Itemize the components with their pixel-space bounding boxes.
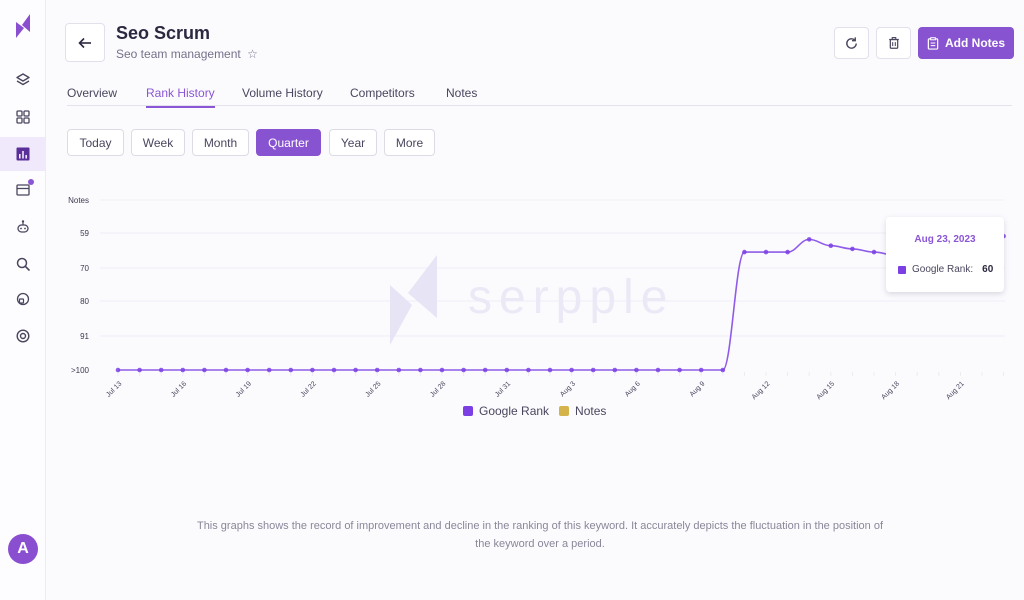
x-tick-label: Aug 15 — [816, 380, 837, 401]
data-point — [763, 249, 769, 255]
x-tick-label: Aug 9 — [689, 380, 707, 398]
data-point — [612, 367, 618, 373]
x-tick-label: Jul 25 — [364, 380, 382, 398]
chart-description: This graphs shows the record of improvem… — [196, 520, 884, 550]
x-tick-label: Jul 31 — [494, 380, 512, 398]
data-point — [202, 367, 207, 373]
data-point — [374, 367, 380, 373]
watermark-text: serpple — [468, 271, 674, 324]
x-tick-label: Jul 28 — [429, 380, 447, 398]
legend-swatch-google-rank — [463, 406, 473, 416]
data-point — [828, 243, 834, 249]
tooltip-label: Google Rank: — [912, 264, 974, 275]
tooltip-row: Google Rank: 60 — [898, 264, 993, 275]
data-point — [720, 367, 726, 373]
data-point — [158, 367, 164, 373]
data-point — [850, 246, 855, 252]
legend-swatch-notes — [559, 406, 570, 416]
data-point — [353, 367, 358, 373]
x-tick-label: Aug 6 — [624, 380, 642, 398]
data-point — [223, 367, 229, 373]
rank-history-chart: serpple Notes59708091>100 Jul 13 Jul 16 Ju… — [68, 196, 1006, 401]
x-tick-label: Jul 19 — [235, 380, 253, 398]
data-point — [245, 367, 250, 373]
x-axis: Jul 13 Jul 16 Jul 19 Jul 22 Jul 25 Jul 28 Jul … — [105, 372, 1005, 401]
data-point — [461, 367, 466, 373]
data-point — [634, 367, 639, 373]
tooltip-value: 60 — [982, 264, 994, 275]
x-tick-label: Jul 13 — [105, 380, 123, 398]
data-point — [526, 367, 531, 373]
data-point — [418, 367, 423, 373]
data-point — [742, 249, 747, 255]
data-point — [439, 367, 445, 373]
x-tick-label: Aug 12 — [751, 380, 772, 401]
data-point — [806, 237, 812, 242]
legend-label-notes: Notes — [575, 404, 607, 418]
x-tick-label: Aug 3 — [559, 380, 577, 398]
y-axis-top-label: Notes — [68, 196, 89, 205]
data-point — [115, 367, 121, 373]
y-tick-label: 80 — [80, 297, 89, 306]
data-point — [504, 367, 510, 373]
x-tick-label: Jul 22 — [300, 380, 318, 398]
data-point — [871, 249, 877, 255]
x-tick-label: Aug 21 — [945, 380, 966, 401]
chart-legend: Google Rank Notes — [463, 404, 610, 418]
data-point — [482, 367, 488, 373]
chart-tooltip: Aug 23, 2023 Google Rank: 60 — [886, 217, 1004, 292]
data-point — [180, 367, 186, 373]
data-point — [590, 367, 596, 373]
data-point — [547, 367, 553, 373]
data-point — [569, 367, 574, 373]
data-point — [655, 367, 661, 373]
tooltip-swatch — [898, 265, 906, 274]
data-point — [266, 367, 272, 373]
tooltip-date: Aug 23, 2023 — [914, 234, 976, 245]
data-point — [785, 249, 790, 255]
y-tick-label: 70 — [80, 264, 89, 273]
x-tick-label: Jul 16 — [170, 380, 188, 398]
data-point — [698, 367, 704, 373]
legend-google-rank[interactable]: Google Rank — [463, 404, 549, 418]
x-tick-label: Aug 18 — [880, 380, 901, 401]
legend-label-google-rank: Google Rank — [479, 404, 550, 418]
data-point — [137, 367, 142, 373]
data-point — [331, 367, 337, 373]
y-tick-label: 59 — [80, 229, 89, 238]
data-point — [288, 367, 294, 373]
data-point — [310, 367, 315, 373]
data-point — [396, 367, 402, 373]
y-tick-label: 91 — [80, 332, 89, 341]
y-tick-label: >100 — [71, 366, 90, 375]
legend-notes[interactable]: Notes — [559, 404, 606, 418]
y-axis: Notes 59 70 80 91 >100 — [68, 196, 89, 375]
data-point — [677, 367, 682, 373]
